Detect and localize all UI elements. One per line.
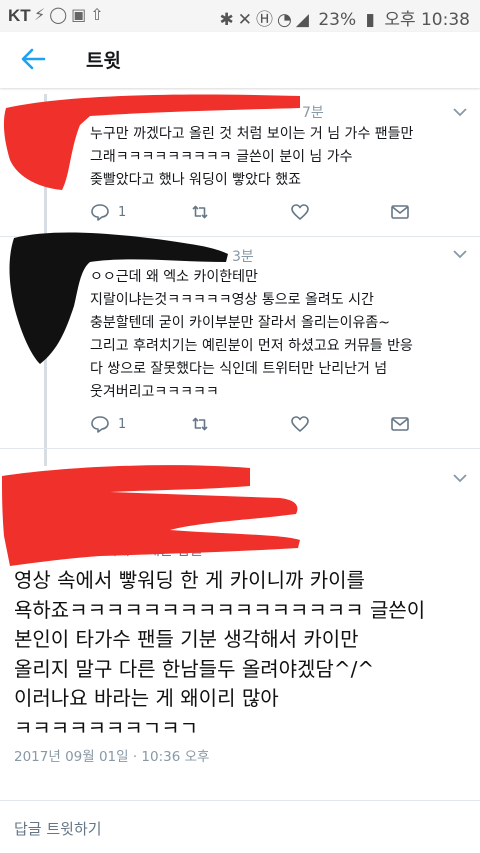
reply-tweet-button[interactable]: 답글 트윗하기 — [14, 818, 102, 839]
chevron-down-icon[interactable] — [452, 106, 468, 118]
chat-icon: ◯ — [49, 5, 72, 24]
retweet-button[interactable] — [190, 200, 210, 224]
retweet-icon — [192, 417, 208, 431]
tweet-line: 웃겨버리고ㅋㅋㅋㅋㅋ — [90, 384, 219, 400]
heart-icon — [291, 416, 309, 432]
status-right: ✱ ✕ Ⓗ ◔ ◢ 23% ▮ 오후 10:38 — [216, 5, 470, 30]
tweet-time: 7분 — [302, 105, 324, 121]
clock: 오후 10:38 — [384, 10, 470, 30]
tweet-line: 충분할텐데 굳이 카이부분만 잘라서 올리는이유좀~ — [90, 315, 391, 331]
image-icon: ▣ — [71, 5, 91, 24]
notification-icon: ⚡ — [34, 5, 50, 24]
heart-icon — [291, 204, 309, 220]
retweet-icon — [192, 205, 208, 219]
tweet-body: ㅇㅇ근데 왜 엑소 카이한테만 지랄이냐는것ㅋㅋㅋㅋㅋ영상 통으로 올려도 시간… — [90, 266, 413, 404]
tweet-line: 지랄이냐는것ㅋㅋㅋㅋㅋ영상 통으로 올려도 시간 — [90, 292, 374, 308]
carrier-label: KT — [8, 6, 31, 25]
tweet-line: 본인이 타가수 팬들 기분 생각해서 카이만 — [14, 627, 359, 651]
wifi-icon: ◔ — [277, 10, 292, 30]
signal-icon: ◢ — [295, 10, 309, 30]
tweet-line: 그리고 후려치기는 예린분이 먼저 하셨고요 커뮤들 반응 — [90, 338, 413, 354]
reply-icon — [91, 204, 109, 221]
chevron-down-icon[interactable] — [452, 472, 468, 484]
status-left-icons: ⚡◯▣⇧ — [34, 5, 108, 24]
reply-to-label: 에게 보내는 답글 — [104, 543, 204, 559]
tweet-line: 영상 속에서 빻워딩 한 게 카이니까 카이를 — [14, 568, 365, 592]
tweet-item[interactable]: 7분 누구만 까겠다고 올린 것 처럼 보이는 거 님 가수 팬들만 그래ㅋㅋㅋ… — [0, 96, 480, 234]
tweet-line: 누구만 까겠다고 올린 것 처럼 보이는 거 님 가수 팬들만 — [90, 126, 414, 142]
divider — [0, 800, 480, 801]
dm-button[interactable] — [390, 412, 410, 436]
tweet-timestamp: 2017년 09월 01일 · 10:36 오후 — [14, 749, 210, 765]
status-bar: KT ⚡◯▣⇧ ✱ ✕ Ⓗ ◔ ◢ 23% ▮ 오후 10:38 — [0, 0, 480, 32]
battery-icon: ▮ — [365, 10, 375, 30]
divider — [0, 448, 480, 449]
reply-count: 1 — [118, 416, 127, 432]
tweet-line: 올리지 말구 다른 한남들두 올려야겠담^/^ — [14, 656, 375, 681]
tweet-line: 욕하죠ㅋㅋㅋㅋㅋㅋㅋㅋㅋㅋㅋㅋㅋㅋㅋㅋ 글쓴이 — [14, 597, 426, 622]
reply-count: 1 — [118, 204, 127, 220]
tweet-line: 그래ㅋㅋㅋㅋㅋㅋㅋㅋㅋ 글쓴이 분이 님 가수 — [90, 149, 353, 165]
reply-icon — [91, 416, 109, 433]
tweet-actions: 1 — [90, 412, 420, 436]
bluetooth-icon: ✱ — [219, 10, 234, 30]
tweet-item[interactable]: 3분 ㅇㅇ근데 왜 엑소 카이한테만 지랄이냐는것ㅋㅋㅋㅋㅋ영상 통으로 올려도… — [0, 238, 480, 438]
mail-icon — [391, 417, 409, 431]
tweet-line: ㅋㅋㅋㅋㅋㅋㅋㄱㅋㄱ — [14, 715, 198, 740]
page-title: 트윗 — [86, 50, 121, 72]
mail-icon — [391, 205, 409, 219]
hd-icon: Ⓗ — [256, 10, 274, 30]
reply-button[interactable]: 1 — [90, 200, 126, 224]
app-bar: 트윗 — [0, 32, 480, 88]
retweet-button[interactable] — [190, 412, 210, 436]
tweet-line: 이러나요 바라는 게 왜이리 많아 — [14, 686, 279, 710]
reply-button[interactable]: 1 — [90, 412, 126, 436]
like-button[interactable] — [290, 412, 310, 436]
tweet-line: 다 쌍으로 잘못했다는 식인데 트위터만 난리난거 넘 — [90, 361, 388, 377]
dm-button[interactable] — [390, 200, 410, 224]
mute-icon: ✕ — [237, 10, 253, 30]
tweet-line: ㅇㅇ근데 왜 엑소 카이한테만 — [90, 269, 258, 285]
main-tweet-body: 영상 속에서 빻워딩 한 게 카이니까 카이를 욕하죠ㅋㅋㅋㅋㅋㅋㅋㅋㅋㅋㅋㅋㅋ… — [14, 566, 425, 743]
upload-icon: ⇧ — [90, 5, 108, 24]
divider — [0, 236, 480, 237]
tweet-line: 좆빨았다고 했나 워딩이 빻았다 했죠 — [90, 172, 301, 188]
back-arrow-icon[interactable] — [18, 44, 48, 74]
tweet-body: 누구만 까겠다고 올린 것 처럼 보이는 거 님 가수 팬들만 그래ㅋㅋㅋㅋㅋㅋ… — [90, 123, 413, 192]
chevron-down-icon[interactable] — [452, 248, 468, 260]
tweet-time: 3분 — [232, 249, 254, 265]
like-button[interactable] — [290, 200, 310, 224]
tweet-actions: 1 — [90, 200, 420, 224]
battery-label: 23% — [318, 10, 357, 30]
